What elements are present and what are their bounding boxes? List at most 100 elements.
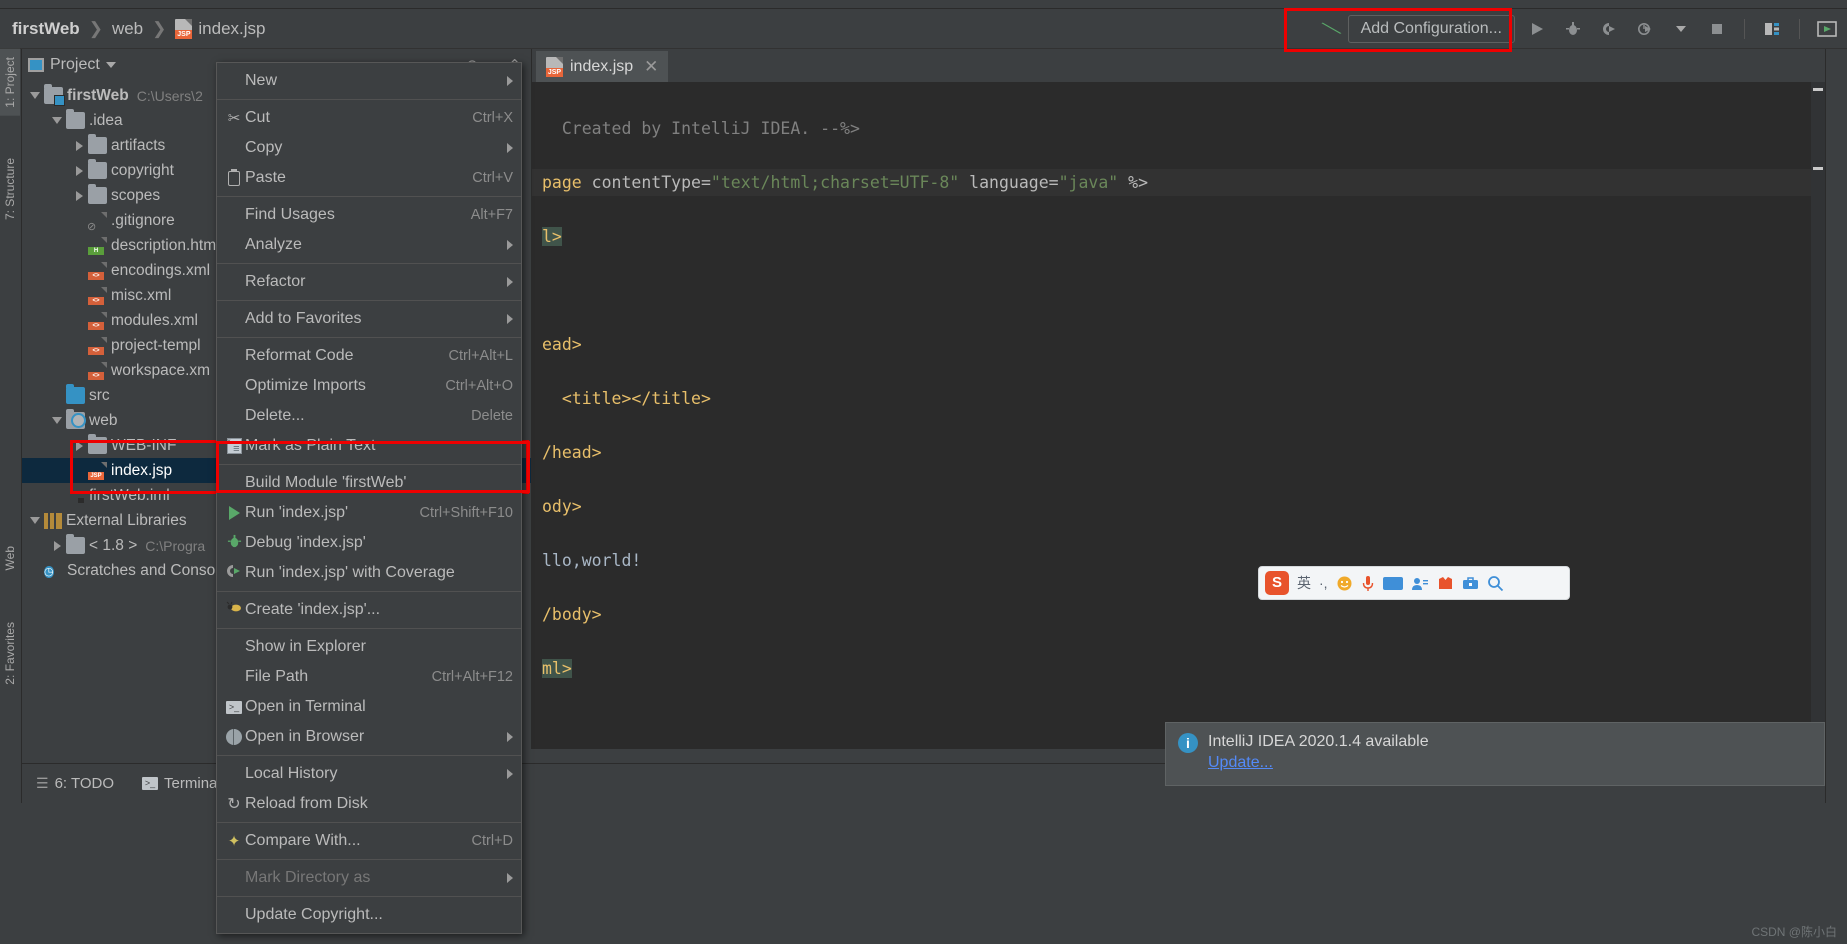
menu-item[interactable]: Run 'index.jsp' with Coverage [217, 558, 521, 588]
menu-item[interactable]: Delete... Delete [217, 401, 521, 431]
sidebar-item-structure[interactable]: 7: Structure [0, 150, 20, 228]
menu-item-label: File Path [245, 668, 309, 685]
stop-icon[interactable] [1703, 15, 1731, 43]
ime-voice[interactable] [1361, 575, 1375, 592]
ime-emoji[interactable] [1336, 575, 1353, 592]
breadcrumb-item-file[interactable]: JSP index.jsp [171, 17, 269, 41]
breadcrumb-item-project[interactable]: firstWeb [8, 17, 84, 41]
menu-item[interactable]: ✦ Compare With... Ctrl+D [217, 826, 521, 856]
menu-item-shortcut: Ctrl+Shift+F10 [419, 505, 514, 521]
ime-punctuation[interactable]: ·, [1319, 575, 1328, 591]
tree-node-label: web [89, 411, 118, 429]
menu-item[interactable]: Update Copyright... [217, 900, 521, 930]
ime-search[interactable] [1487, 575, 1504, 592]
menu-item-label: Run 'index.jsp' [245, 504, 349, 521]
menu-item[interactable]: Local History [217, 759, 521, 789]
bottom-item-todo[interactable]: ☰ 6: TODO [22, 775, 128, 792]
menu-item[interactable]: Open in Browser [217, 722, 521, 752]
sidebar-item-web[interactable]: Web [0, 538, 20, 578]
menu-item[interactable]: Add to Favorites [217, 304, 521, 334]
twisty-collapsed-icon[interactable] [72, 165, 86, 176]
tree-node-label: .idea [89, 111, 123, 129]
ime-logo-icon[interactable]: S [1265, 571, 1289, 595]
twisty-expanded-icon[interactable] [28, 517, 42, 524]
breadcrumb-item-web[interactable]: web [108, 17, 147, 41]
menu-bar-remnant [0, 0, 1847, 9]
menu-item-label: Reload from Disk [245, 795, 368, 812]
submenu-arrow-icon [507, 314, 513, 324]
project-view-icon [28, 58, 44, 72]
menu-separator [217, 196, 521, 197]
profile-icon[interactable] [1631, 15, 1659, 43]
twisty-collapsed-icon[interactable] [72, 440, 86, 451]
globe-icon [226, 729, 242, 745]
preview-icon[interactable] [1813, 15, 1841, 43]
menu-item[interactable]: Debug 'index.jsp' [217, 528, 521, 558]
sidebar-item-favorites[interactable]: 2: Favorites [0, 614, 20, 693]
profile-dropdown-icon[interactable] [1667, 15, 1695, 43]
scissors-icon: ✂ [227, 110, 241, 127]
compare-icon: ✦ [227, 833, 241, 850]
twisty-expanded-icon[interactable] [28, 92, 42, 99]
breadcrumb-separator-icon: ❯ [88, 18, 103, 38]
menu-item[interactable]: >_ Open in Terminal [217, 692, 521, 722]
run-configuration-selector[interactable]: Add Configuration... [1347, 14, 1515, 43]
menu-item[interactable]: Run 'index.jsp' Ctrl+Shift+F10 [217, 498, 521, 528]
tree-node-label: copyright [111, 161, 174, 179]
web-folder-icon [66, 409, 86, 429]
editor-markup-scrollbar[interactable] [1811, 82, 1825, 763]
markup-stripe [1813, 167, 1823, 170]
ime-toolbar[interactable]: S 英 ·, [1258, 566, 1570, 600]
twisty-expanded-icon[interactable] [50, 417, 64, 424]
menu-item[interactable]: Find Usages Alt+F7 [217, 200, 521, 230]
menu-item[interactable]: Analyze [217, 230, 521, 260]
bottom-item-label: 6: TODO [54, 775, 115, 792]
twisty-collapsed-icon[interactable] [72, 190, 86, 201]
chevron-down-icon[interactable] [105, 62, 116, 68]
menu-item[interactable]: Reformat Code Ctrl+Alt+L [217, 341, 521, 371]
search-everywhere-icon[interactable] [1758, 15, 1786, 43]
context-menu[interactable]: New ✂ Cut Ctrl+X Copy Paste Ctrl+V Find Usages A… [216, 62, 522, 934]
menu-item-shortcut: Ctrl+D [471, 833, 514, 849]
tab-index-jsp[interactable]: JSP index.jsp ✕ [536, 51, 669, 82]
menu-item[interactable]: Create 'index.jsp'... [217, 595, 521, 625]
menu-item[interactable]: xMark as Plain Text [217, 431, 521, 461]
close-icon[interactable]: ✕ [644, 57, 658, 77]
run-with-coverage-icon[interactable] [1595, 15, 1623, 43]
menu-item[interactable]: Refactor [217, 267, 521, 297]
ime-keyboard[interactable] [1382, 576, 1403, 590]
twisty-collapsed-icon[interactable] [50, 540, 64, 551]
menu-item[interactable]: Build Module 'firstWeb' [217, 468, 521, 498]
menu-item[interactable]: File Path Ctrl+Alt+F12 [217, 662, 521, 692]
right-tool-stripe [1825, 49, 1847, 900]
folder-icon [88, 159, 107, 179]
ime-skin[interactable] [1437, 575, 1454, 591]
terminal-icon: >_ [142, 777, 159, 790]
toolbar-divider [1744, 18, 1745, 39]
notification-update-link[interactable]: Update... [1208, 754, 1429, 772]
menu-item[interactable]: New [217, 66, 521, 96]
menu-item[interactable]: Paste Ctrl+V [217, 163, 521, 193]
jsp-file-icon: JSP [175, 19, 193, 39]
menu-item[interactable]: Optimize Imports Ctrl+Alt+O [217, 371, 521, 401]
menu-item[interactable]: Show in Explorer [217, 632, 521, 662]
menu-item[interactable]: Copy [217, 133, 521, 163]
menu-item-label: Analyze [245, 236, 302, 253]
menu-item[interactable]: ↻ Reload from Disk [217, 789, 521, 819]
navigation-bar: firstWeb ❯ web ❯ JSP index.jsp ⟍ Add Con… [0, 9, 1847, 49]
menu-item-label: Cut [245, 109, 270, 126]
ime-mode-chinese[interactable]: 英 [1297, 573, 1311, 593]
twisty-expanded-icon[interactable] [50, 117, 64, 124]
menu-item[interactable]: ✂ Cut Ctrl+X [217, 103, 521, 133]
ime-user[interactable] [1411, 576, 1429, 591]
ime-toolbox[interactable] [1462, 575, 1479, 591]
menu-separator [217, 99, 521, 100]
notification-title: IntelliJ IDEA 2020.1.4 available [1208, 733, 1429, 750]
twisty-collapsed-icon[interactable] [72, 140, 86, 151]
debug-icon[interactable] [1559, 15, 1587, 43]
run-icon[interactable] [1523, 15, 1551, 43]
build-hammer-icon[interactable]: ⟍ [1320, 14, 1343, 44]
notification-balloon[interactable]: i IntelliJ IDEA 2020.1.4 available Updat… [1165, 722, 1825, 786]
sidebar-item-project[interactable]: 1: Project [0, 49, 20, 116]
code-content[interactable]: Created by IntelliJ IDEA. --%> page cont… [532, 82, 1825, 736]
